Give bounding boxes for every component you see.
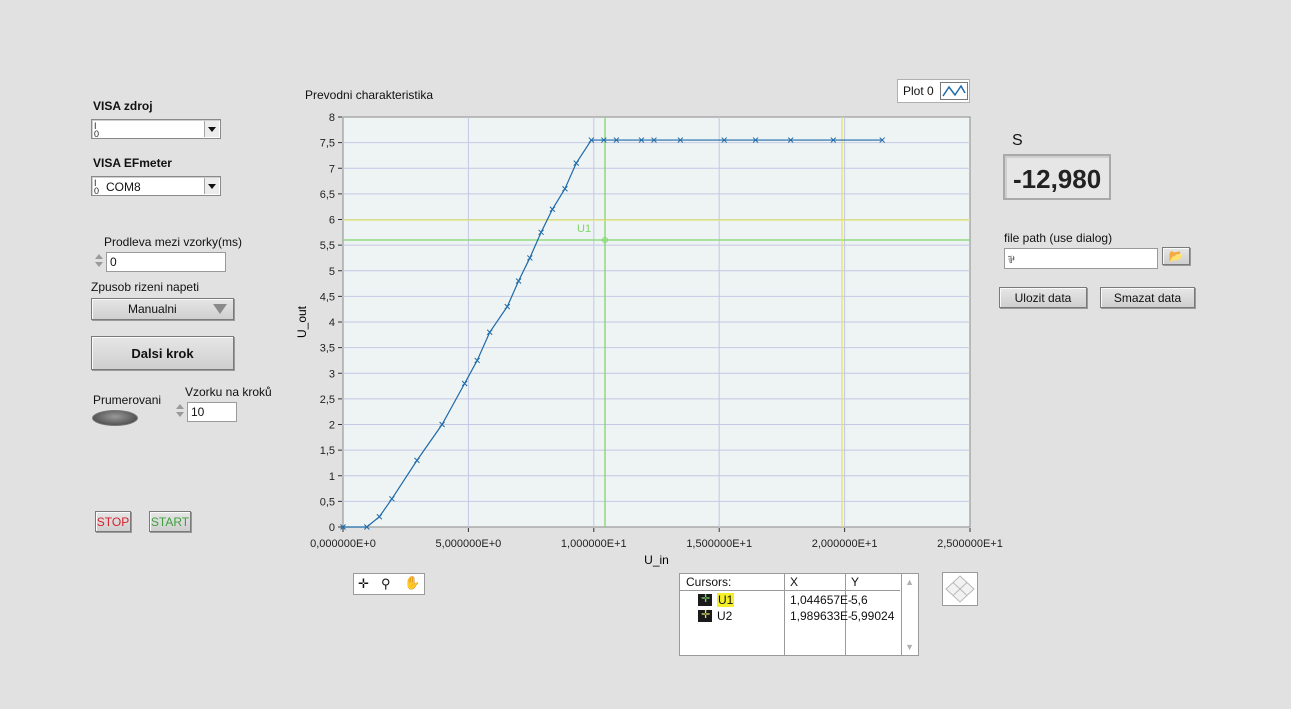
transfer-characteristic-graph[interactable]: 0 0,5 1 1,5 2 2,5 3 3,5 4 4,5 5 5,5 6 6,5 7 7,5 8 0,00000…	[0, 0, 1291, 709]
cursor-move-icon[interactable]: ✛	[358, 576, 369, 592]
pan-hand-icon[interactable]: ✋	[404, 575, 420, 591]
cursor-navigator[interactable]	[942, 572, 978, 606]
table-row[interactable]: ✛ U1 1,044657E- 5,6	[690, 592, 890, 608]
y-tick-label: 8	[329, 112, 335, 124]
file-path-label: file path (use dialog)	[1004, 231, 1113, 245]
y-tick-label: 6,5	[320, 189, 335, 201]
y-tick-label: 5,5	[320, 240, 335, 252]
cursor-legend: Cursors: X Y ✛ U1 1,044657E- 5,6 ✛ U2 1,…	[679, 573, 919, 656]
y-tick-label: 7	[329, 163, 335, 175]
y-axis-label: U_out	[295, 305, 309, 338]
table-row[interactable]: ✛ U2 1,989633E- 5,99024	[690, 608, 894, 624]
y-tick-label: 0,5	[320, 496, 335, 508]
y-tick-label: 1	[329, 471, 335, 483]
cursor-y-value: 5,6	[851, 593, 868, 607]
cursor-y-value: 5,99024	[851, 609, 895, 623]
s-label: S	[1012, 132, 1023, 149]
cursor-x-value: 1,989633E-	[790, 609, 853, 623]
cursor-header-y: Y	[851, 575, 860, 589]
cursor-label: U1	[577, 223, 591, 235]
x-tick-label: 5,000000E+0	[436, 538, 502, 550]
browse-button[interactable]: 📂	[1162, 247, 1190, 265]
y-tick-label: 1,5	[320, 445, 335, 457]
cursor-name[interactable]: U1	[717, 593, 735, 607]
y-tick-label: 4,5	[320, 291, 335, 303]
zoom-icon[interactable]: ⚲	[381, 576, 391, 592]
y-tick-label: 6	[329, 215, 335, 227]
path-icon: ⅌	[1008, 255, 1015, 266]
diamond-arrows-icon	[945, 575, 975, 603]
y-tick-label: 5	[329, 266, 335, 278]
s-indicator: -12,980	[1003, 154, 1111, 200]
graph-palette: ✛ ⚲ ✋	[353, 573, 425, 595]
file-path-input[interactable]: ⅌	[1004, 248, 1158, 269]
y-tick-label: 0	[329, 522, 335, 534]
scroll-up-icon[interactable]: ▲	[905, 577, 914, 587]
save-data-button[interactable]: Ulozit data	[999, 287, 1087, 308]
scroll-down-icon[interactable]: ▼	[905, 642, 914, 652]
folder-open-icon: 📂	[1168, 249, 1184, 263]
cursor-x-value: 1,044657E-	[790, 593, 853, 607]
cursor-style-icon[interactable]: ✛	[698, 609, 712, 622]
cursor-header-x: X	[790, 575, 799, 589]
x-tick-label: 1,000000E+1	[561, 538, 627, 550]
y-tick-label: 2	[329, 420, 335, 432]
x-axis-label: U_in	[644, 553, 669, 567]
cursor-style-icon[interactable]: ✛	[698, 593, 712, 606]
y-tick-label: 2,5	[320, 394, 335, 406]
x-tick-label: 0,000000E+0	[310, 538, 376, 550]
y-tick-label: 7,5	[320, 138, 335, 150]
y-tick-label: 3	[329, 368, 335, 380]
delete-data-button[interactable]: Smazat data	[1100, 287, 1195, 308]
x-tick-label: 2,000000E+1	[812, 538, 878, 550]
x-tick-label: 2,500000E+1	[937, 538, 1003, 550]
x-tick-label: 1,500000E+1	[686, 538, 752, 550]
y-tick-label: 3,5	[320, 343, 335, 355]
cursor-header-name: Cursors:	[686, 575, 732, 589]
cursor-name[interactable]: U2	[717, 609, 732, 623]
y-tick-label: 4	[329, 317, 335, 329]
